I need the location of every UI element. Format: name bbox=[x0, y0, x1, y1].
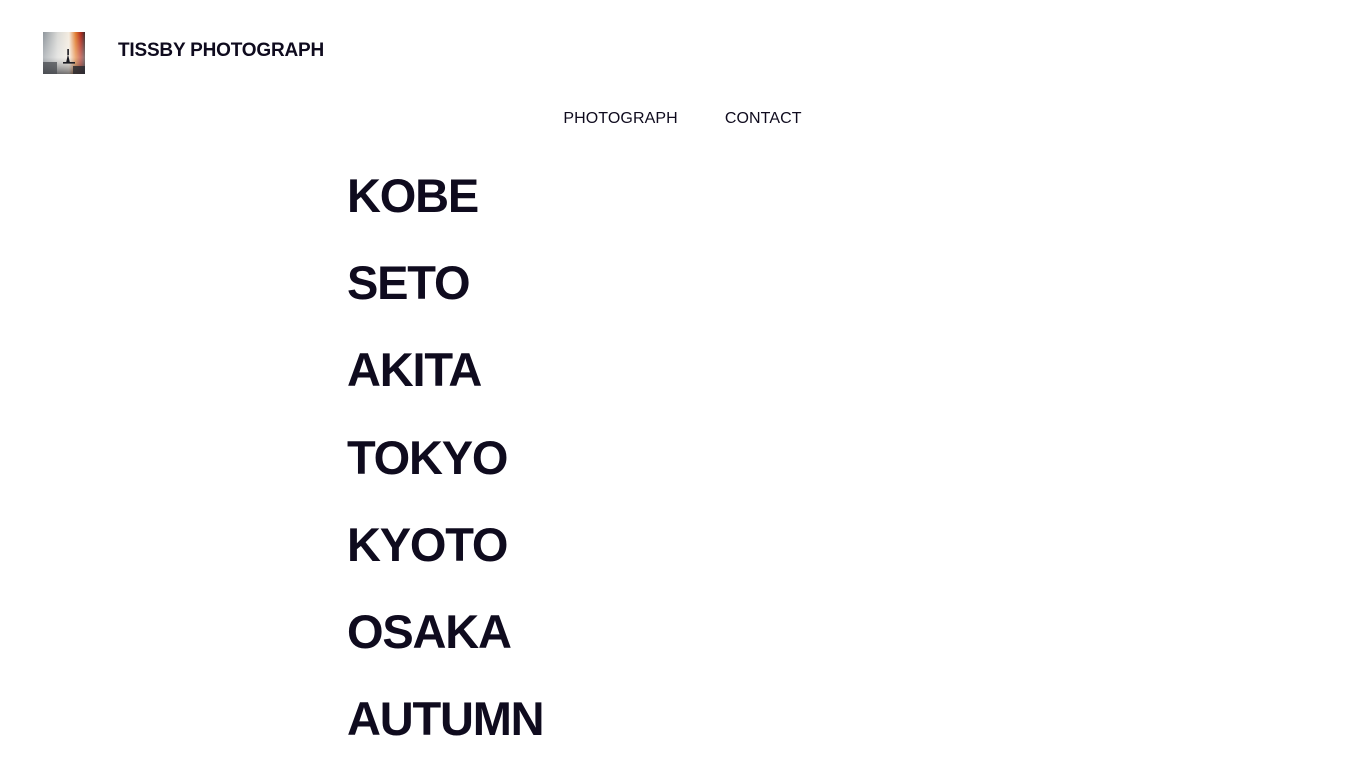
list-item: SETO bbox=[347, 255, 543, 342]
list-item: KYOTO bbox=[347, 517, 543, 604]
album-link-kobe[interactable]: KOBE bbox=[347, 168, 479, 224]
album-link-akita[interactable]: AKITA bbox=[347, 342, 482, 398]
site-logo[interactable] bbox=[43, 32, 85, 74]
album-link-seto[interactable]: SETO bbox=[347, 255, 471, 311]
list-item: TOKYO bbox=[347, 430, 543, 517]
album-link-tokyo[interactable]: TOKYO bbox=[347, 430, 508, 486]
list-item: OSAKA bbox=[347, 604, 543, 691]
album-link-kyoto[interactable]: KYOTO bbox=[347, 517, 508, 573]
logo-photo-thumbnail bbox=[43, 32, 85, 74]
list-item: AUTUMN bbox=[347, 691, 545, 768]
nav-item-contact[interactable]: CONTACT bbox=[725, 110, 802, 128]
site-title[interactable]: TISSBY PHOTOGRAPH bbox=[118, 40, 324, 62]
album-list: KOBE SETO AKITA TOKYO KYOTO OSAKA AUTUMN bbox=[347, 168, 545, 768]
site-header: TISSBY PHOTOGRAPH bbox=[0, 0, 1366, 100]
main-nav: PHOTOGRAPH CONTACT bbox=[0, 110, 1366, 128]
list-item: AKITA bbox=[347, 342, 543, 429]
page: TISSBY PHOTOGRAPH PHOTOGRAPH CONTACT KOB… bbox=[0, 0, 1366, 768]
album-link-autumn[interactable]: AUTUMN bbox=[347, 691, 545, 747]
list-item: KOBE bbox=[347, 168, 543, 255]
album-link-osaka[interactable]: OSAKA bbox=[347, 604, 512, 660]
nav-item-photograph[interactable]: PHOTOGRAPH bbox=[563, 110, 678, 128]
